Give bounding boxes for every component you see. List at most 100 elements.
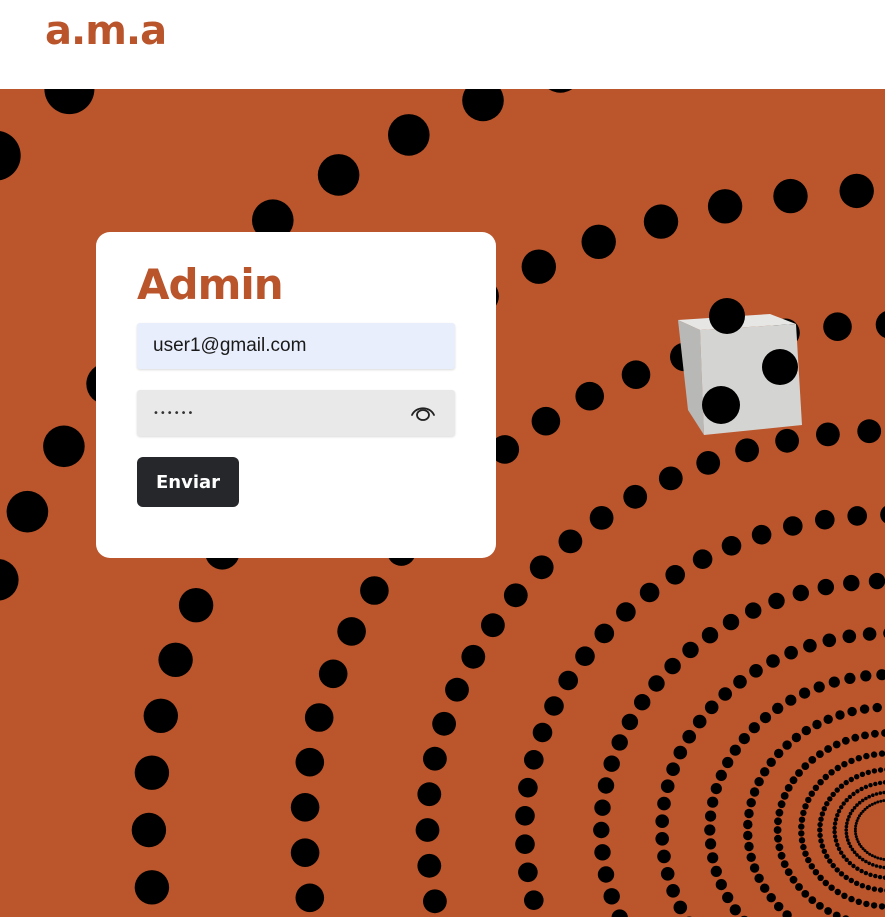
background-dot	[295, 883, 325, 913]
background-dot	[766, 654, 780, 668]
background-dot	[835, 710, 845, 720]
background-dot	[774, 834, 782, 843]
background-dot	[784, 868, 793, 876]
background-dot	[589, 506, 614, 530]
background-dot	[634, 694, 651, 711]
background-dot	[878, 750, 885, 757]
show-password-button[interactable]	[409, 401, 437, 425]
background-dot	[749, 787, 760, 797]
background-dot	[870, 854, 874, 858]
background-dot	[863, 752, 870, 760]
eye-icon	[411, 407, 435, 421]
background-dot	[868, 783, 873, 788]
background-dot	[783, 516, 803, 536]
background-dot	[515, 806, 535, 826]
background-dot	[575, 646, 595, 666]
background-dot	[735, 438, 759, 463]
background-dot	[860, 857, 865, 862]
background-dot	[795, 769, 803, 777]
background-dot	[745, 602, 762, 619]
background-dot	[423, 889, 447, 914]
background-dot	[621, 360, 651, 390]
background-dot	[746, 798, 756, 808]
background-dot	[871, 793, 875, 797]
background-dot	[867, 794, 871, 799]
background-dot	[304, 703, 334, 732]
login-title: Admin	[137, 260, 284, 309]
background-dot	[874, 792, 879, 796]
background-dot	[775, 428, 799, 453]
background-dot	[648, 675, 665, 692]
background-dot	[841, 892, 848, 899]
background-dot	[877, 767, 884, 773]
background-dot	[855, 898, 862, 905]
background-dot	[844, 672, 856, 685]
background-dot	[855, 866, 860, 871]
background-dot	[848, 757, 855, 765]
background-dot	[824, 801, 830, 807]
background-dot	[143, 698, 178, 733]
background-dot	[616, 602, 636, 622]
background-dot	[839, 173, 874, 209]
password-input[interactable]	[137, 390, 397, 436]
background-dot	[816, 422, 840, 447]
background-dot	[673, 745, 688, 760]
email-field[interactable]	[137, 323, 455, 369]
background-dot	[692, 549, 713, 569]
background-dot	[821, 848, 827, 854]
background-dot	[594, 844, 611, 861]
background-dot	[841, 854, 846, 859]
background-dot	[798, 823, 805, 830]
background-dot	[808, 896, 817, 904]
background-dot	[863, 870, 869, 876]
background-dot	[818, 838, 824, 844]
background-dot	[802, 803, 809, 810]
email-input[interactable]	[137, 323, 455, 369]
background-dot	[692, 714, 707, 729]
background-dot	[868, 872, 873, 877]
background-dot	[868, 804, 872, 808]
background-dot	[131, 812, 167, 848]
background-dot	[853, 829, 857, 833]
background-dot	[792, 584, 809, 602]
brand-logo[interactable]: a.m.a	[45, 8, 167, 54]
background-dot	[878, 903, 885, 910]
background-dot	[660, 867, 675, 881]
background-dot	[823, 312, 852, 342]
background-dot	[701, 627, 719, 644]
background-dot	[865, 806, 869, 809]
background-dot	[531, 406, 561, 436]
background-dot	[295, 747, 325, 777]
background-dot	[705, 838, 717, 850]
background-dot	[666, 762, 680, 776]
background-dot	[854, 821, 858, 825]
background-dot	[415, 818, 440, 842]
background-dot	[872, 702, 882, 713]
background-dot	[772, 702, 784, 715]
background-dot	[871, 863, 875, 867]
background-dot	[832, 821, 838, 826]
background-dot	[835, 842, 840, 847]
background-dot	[657, 849, 671, 864]
background-dot	[868, 572, 885, 590]
submit-button[interactable]: Enviar	[137, 457, 239, 507]
background-dot	[855, 755, 862, 762]
background-dot	[801, 762, 810, 770]
background-dot	[816, 750, 824, 758]
background-dot	[879, 799, 883, 803]
background-dot	[751, 524, 772, 545]
background-dot	[775, 808, 784, 817]
background-dot	[818, 816, 824, 822]
background-dot	[817, 874, 824, 881]
background-dot	[855, 837, 859, 841]
background-dot	[874, 864, 879, 868]
background-dot	[819, 811, 826, 817]
background-dot	[657, 796, 671, 811]
background-dot	[544, 696, 564, 716]
background-dot	[817, 827, 823, 833]
background-dot	[841, 801, 846, 806]
background-dot	[838, 871, 845, 877]
password-field[interactable]	[137, 390, 455, 436]
background-dot	[863, 900, 870, 908]
background-dot	[532, 722, 553, 743]
